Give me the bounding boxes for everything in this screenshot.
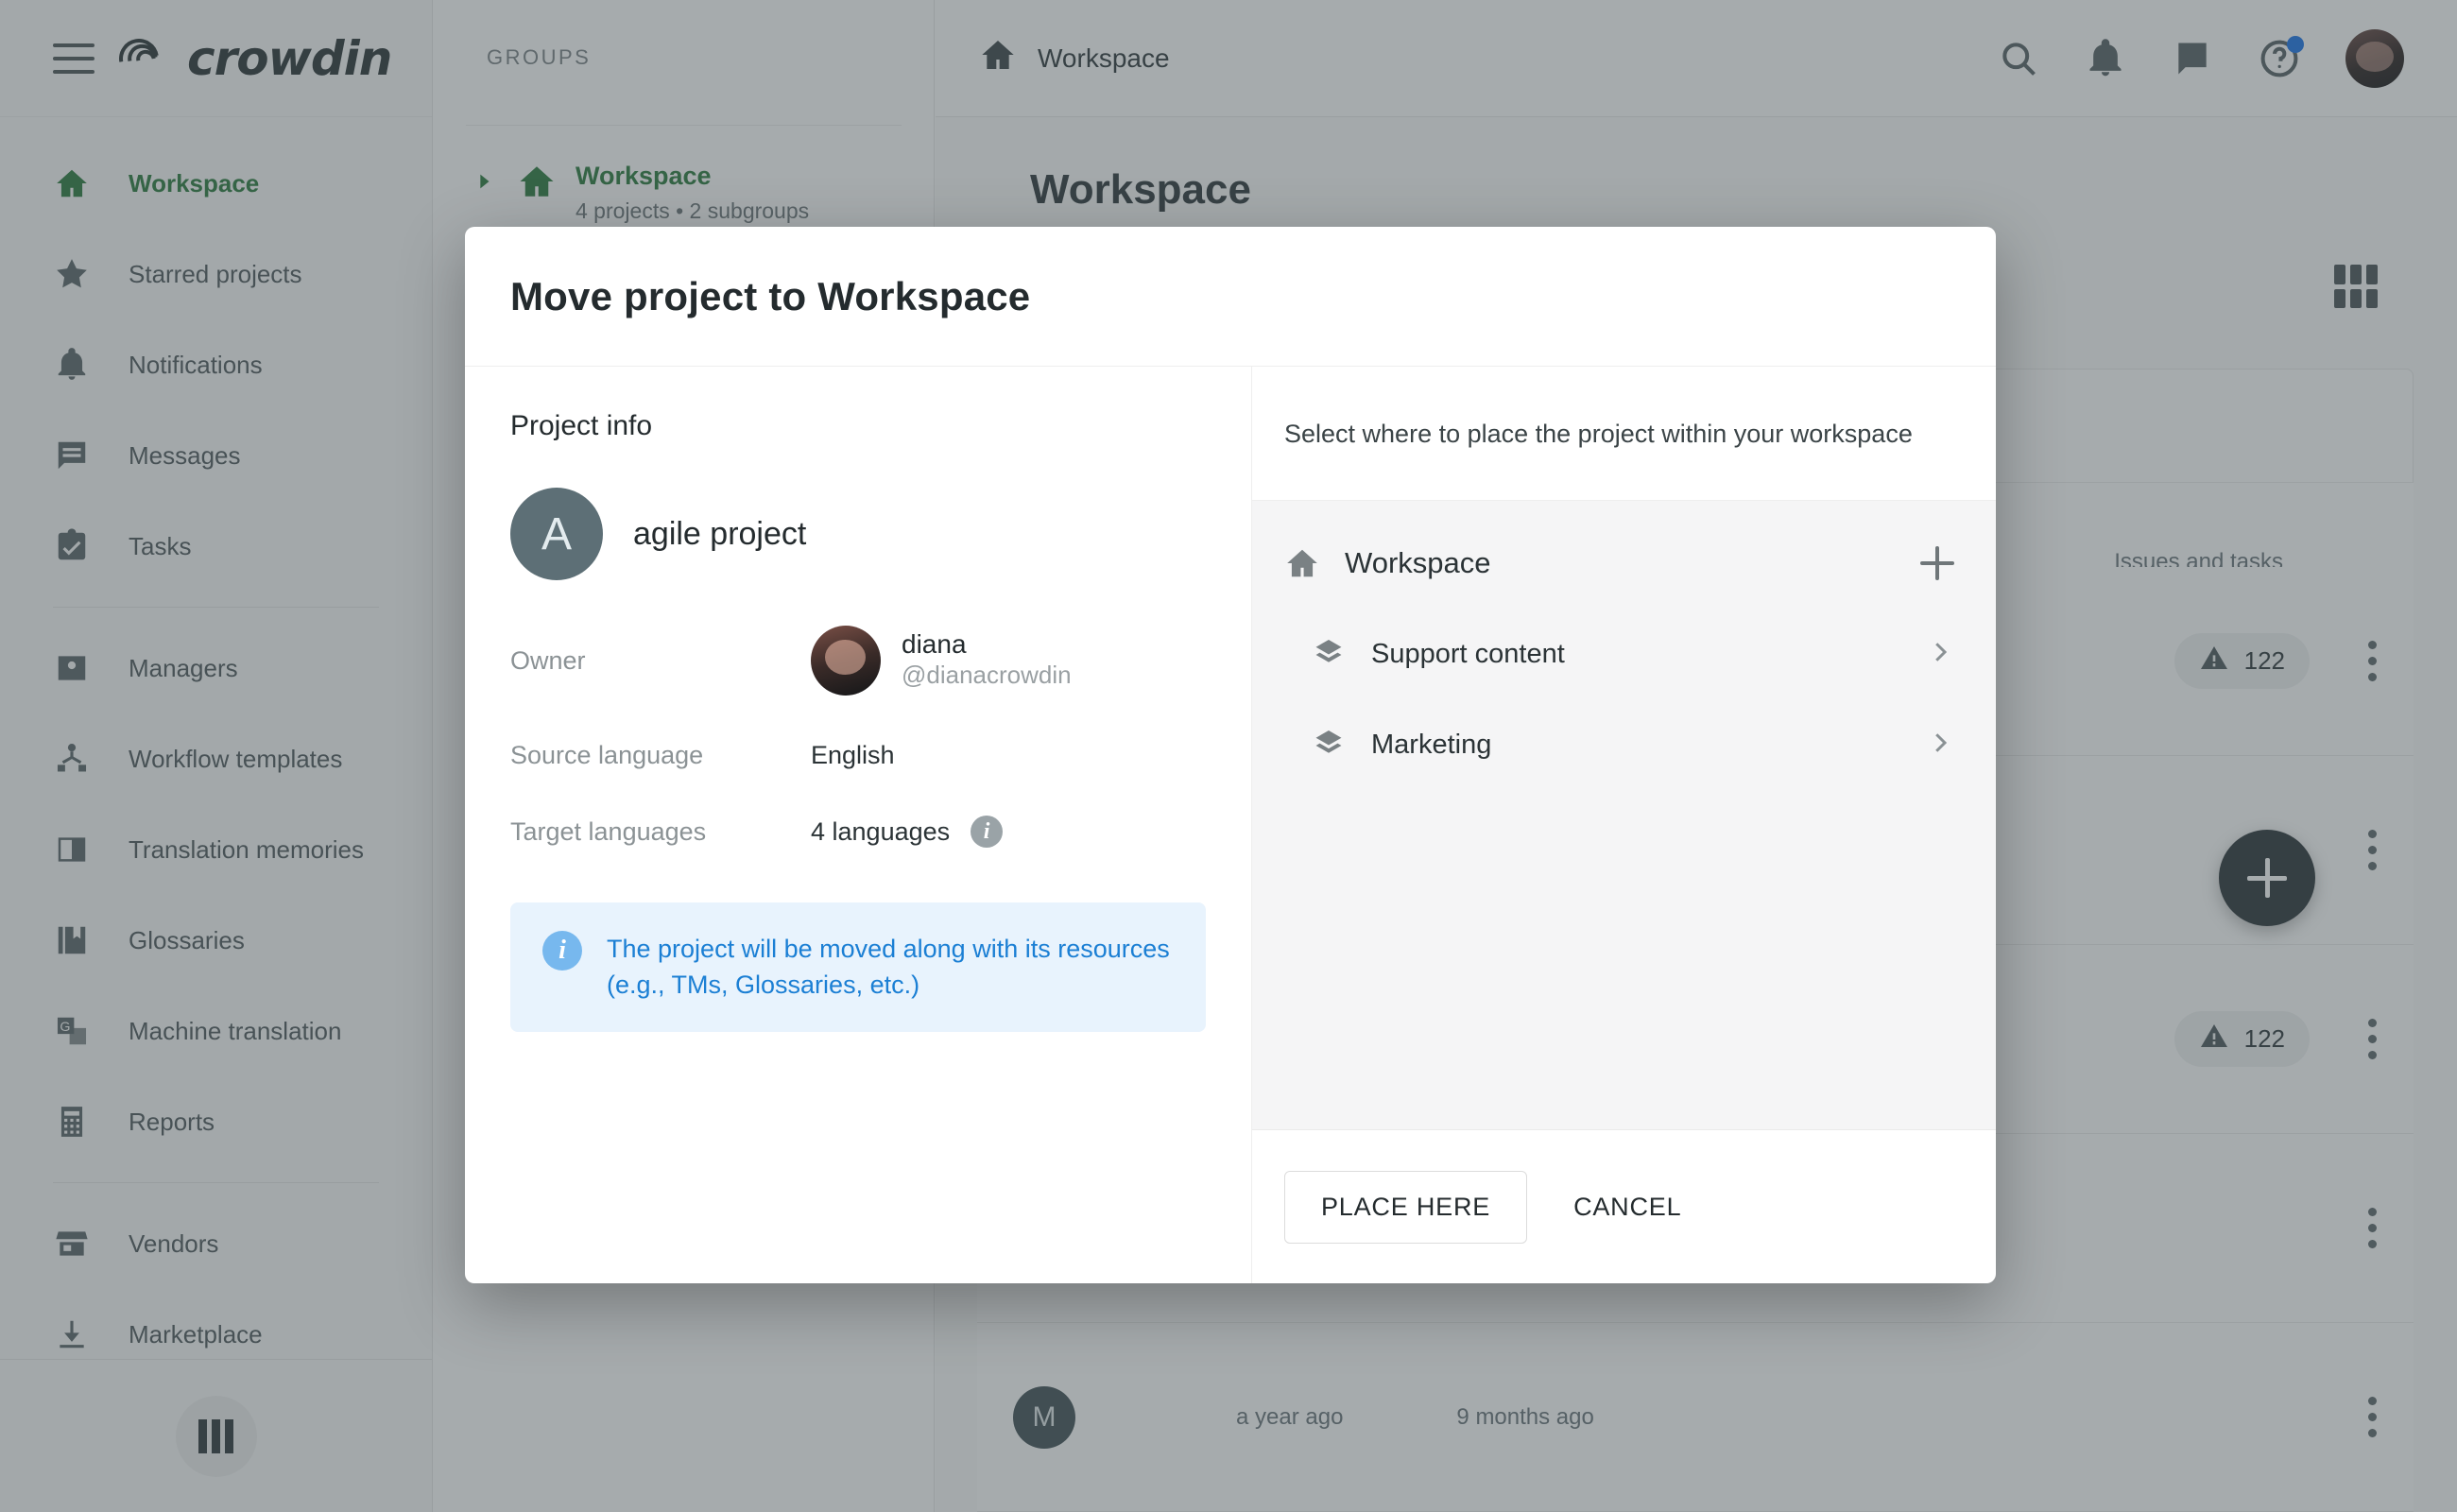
project-info-panel: Project info A agile project Owner diana…	[465, 367, 1252, 1283]
group-icon	[1311, 727, 1356, 763]
project-avatar: A	[510, 488, 603, 580]
chevron-right-icon[interactable]	[1926, 638, 1954, 671]
tree-item-workspace[interactable]: Workspace	[1252, 518, 1996, 609]
placement-panel: Select where to place the project within…	[1252, 367, 1996, 1283]
tree-item-label: Workspace	[1345, 546, 1491, 580]
notice-text: The project will be moved along with its…	[607, 931, 1174, 1004]
info-icon[interactable]: i	[971, 816, 1003, 848]
field-source-language: Source language English	[510, 741, 1206, 770]
workspace-tree: Workspace Support content Marketing	[1252, 501, 1996, 1130]
tree-item-label: Marketing	[1371, 730, 1491, 761]
field-value: 4 languages	[811, 817, 950, 847]
field-label: Source language	[510, 741, 811, 770]
field-label: Target languages	[510, 817, 811, 847]
cancel-button[interactable]: CANCEL	[1544, 1171, 1710, 1244]
owner-name: diana	[902, 629, 1072, 660]
placement-hint: Select where to place the project within…	[1252, 367, 1996, 501]
place-here-button[interactable]: PLACE HERE	[1284, 1171, 1527, 1244]
field-owner: Owner diana @dianacrowdin	[510, 626, 1206, 696]
info-icon: i	[542, 931, 582, 971]
field-value: English	[811, 741, 895, 770]
dialog-body: Project info A agile project Owner diana…	[465, 367, 1996, 1283]
dialog-footer: PLACE HERE CANCEL	[1252, 1130, 1996, 1283]
move-notice-banner: i The project will be moved along with i…	[510, 902, 1206, 1032]
project-summary: A agile project	[510, 488, 1206, 580]
group-icon	[1311, 636, 1356, 672]
field-label: Owner	[510, 646, 811, 676]
chevron-right-icon[interactable]	[1926, 729, 1954, 762]
dialog-header: Move project to Workspace	[465, 227, 1996, 367]
add-icon[interactable]	[1920, 546, 1954, 580]
tree-item-marketing[interactable]: Marketing	[1252, 699, 1996, 790]
project-info-heading: Project info	[510, 410, 1206, 442]
tree-item-support-content[interactable]: Support content	[1252, 609, 1996, 699]
field-target-languages: Target languages 4 languages i	[510, 816, 1206, 848]
move-project-dialog: Move project to Workspace Project info A…	[465, 227, 1996, 1283]
dialog-title: Move project to Workspace	[510, 274, 1030, 319]
tree-item-label: Support content	[1371, 639, 1565, 670]
owner-handle: @dianacrowdin	[902, 660, 1072, 692]
avatar	[811, 626, 881, 696]
home-icon	[1284, 545, 1330, 581]
project-name: agile project	[633, 516, 806, 553]
